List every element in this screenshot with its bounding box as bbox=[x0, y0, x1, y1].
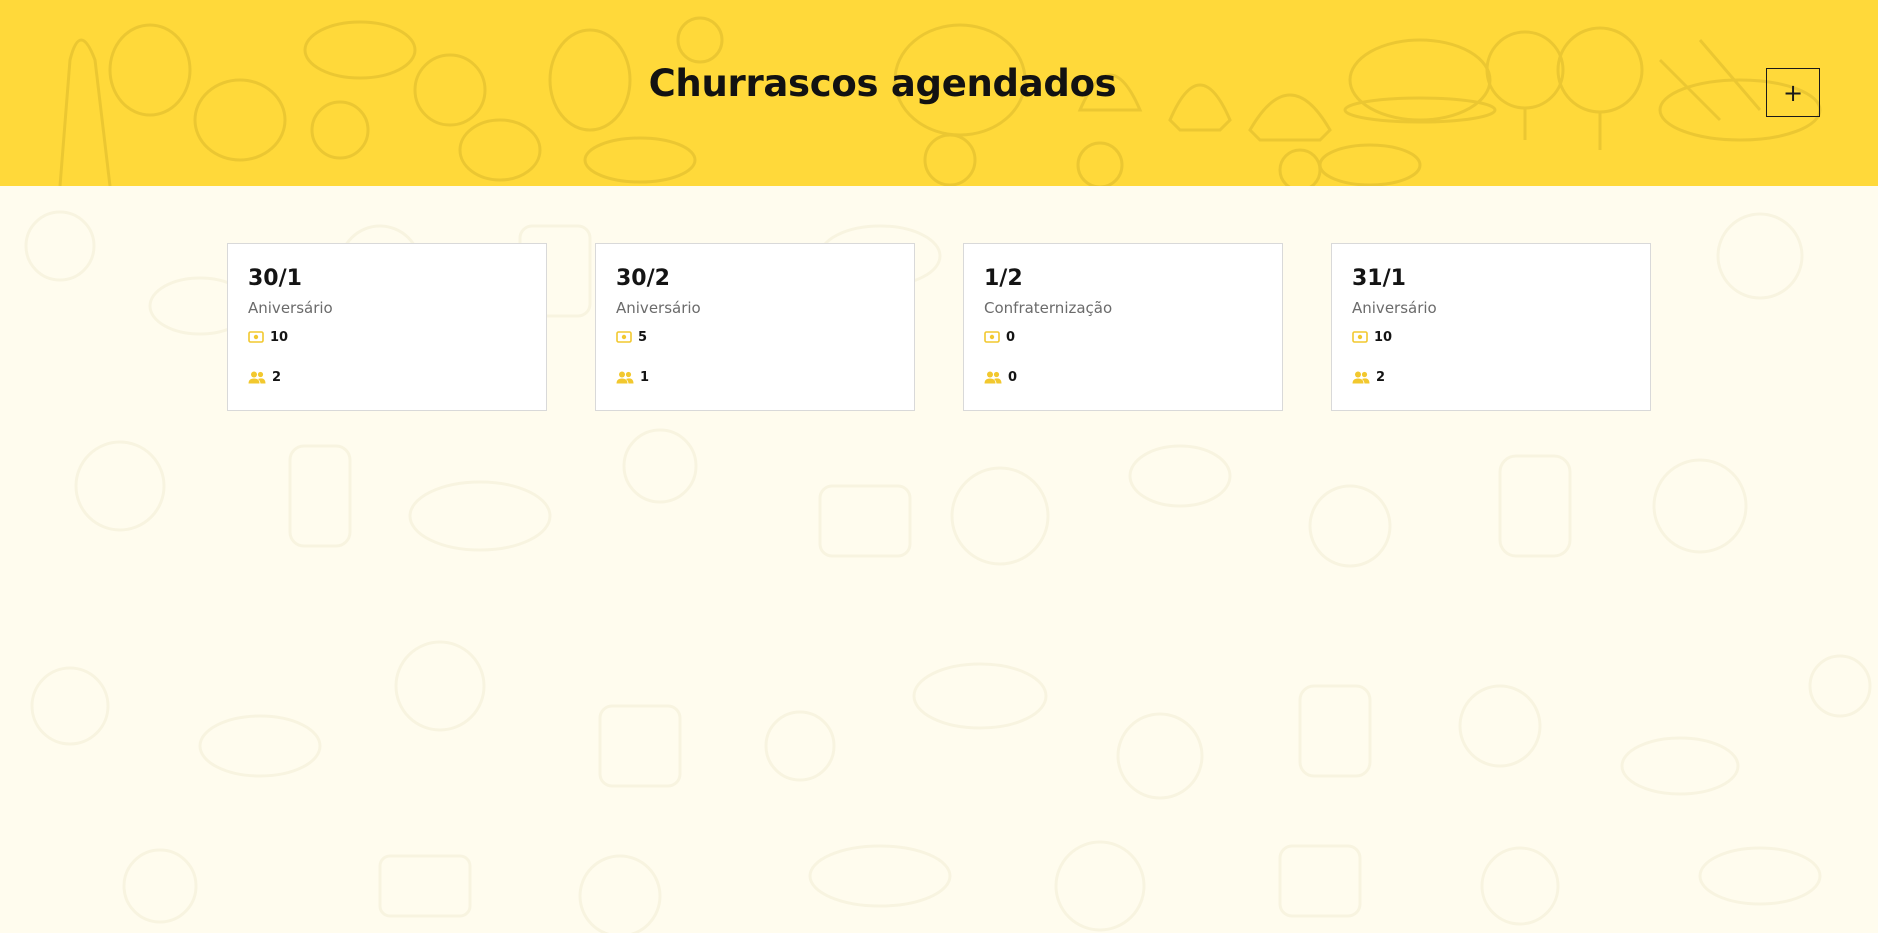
event-amount: 0 bbox=[984, 328, 1262, 346]
event-amount-value: 5 bbox=[638, 329, 648, 345]
event-card[interactable]: 30/1 Aniversário 10 2 bbox=[227, 243, 547, 411]
event-date: 30/1 bbox=[248, 266, 302, 291]
event-card[interactable]: 31/1 Aniversário 10 2 bbox=[1331, 243, 1651, 411]
money-icon bbox=[616, 331, 632, 343]
event-amount: 5 bbox=[616, 328, 894, 346]
event-guests-value: 2 bbox=[272, 369, 282, 385]
event-date: 31/1 bbox=[1352, 266, 1406, 291]
event-guests: 2 bbox=[1352, 368, 1630, 386]
people-icon bbox=[616, 371, 634, 384]
event-guests-value: 1 bbox=[640, 369, 650, 385]
event-guests-value: 2 bbox=[1376, 369, 1386, 385]
money-icon bbox=[984, 331, 1000, 343]
people-icon bbox=[1352, 371, 1370, 384]
event-type: Confraternização bbox=[984, 299, 1113, 317]
event-type: Aniversário bbox=[248, 299, 333, 317]
event-card-list: 30/1 Aniversário 10 2 30/2 Aniversário 5… bbox=[227, 243, 1651, 411]
event-type: Aniversário bbox=[1352, 299, 1437, 317]
money-icon bbox=[1352, 331, 1368, 343]
page-title: Churrascos agendados bbox=[648, 62, 1117, 105]
event-guests-value: 0 bbox=[1008, 369, 1018, 385]
people-icon bbox=[248, 371, 266, 384]
event-date: 1/2 bbox=[984, 266, 1023, 291]
event-card[interactable]: 1/2 Confraternização 0 0 bbox=[963, 243, 1283, 411]
event-guests: 2 bbox=[248, 368, 526, 386]
event-amount-value: 10 bbox=[1374, 329, 1393, 345]
money-icon bbox=[248, 331, 264, 343]
plus-icon: + bbox=[1782, 78, 1804, 107]
event-card[interactable]: 30/2 Aniversário 5 1 bbox=[595, 243, 915, 411]
event-amount-value: 10 bbox=[270, 329, 289, 345]
add-event-button[interactable]: + bbox=[1766, 68, 1820, 117]
page: Churrascos agendados + 30/1 Aniversário … bbox=[0, 0, 1878, 933]
event-amount: 10 bbox=[248, 328, 526, 346]
event-amount-value: 0 bbox=[1006, 329, 1016, 345]
event-date: 30/2 bbox=[616, 266, 670, 291]
event-amount: 10 bbox=[1352, 328, 1630, 346]
event-guests: 1 bbox=[616, 368, 894, 386]
event-guests: 0 bbox=[984, 368, 1262, 386]
event-type: Aniversário bbox=[616, 299, 701, 317]
people-icon bbox=[984, 371, 1002, 384]
page-header: Churrascos agendados + bbox=[0, 0, 1878, 186]
